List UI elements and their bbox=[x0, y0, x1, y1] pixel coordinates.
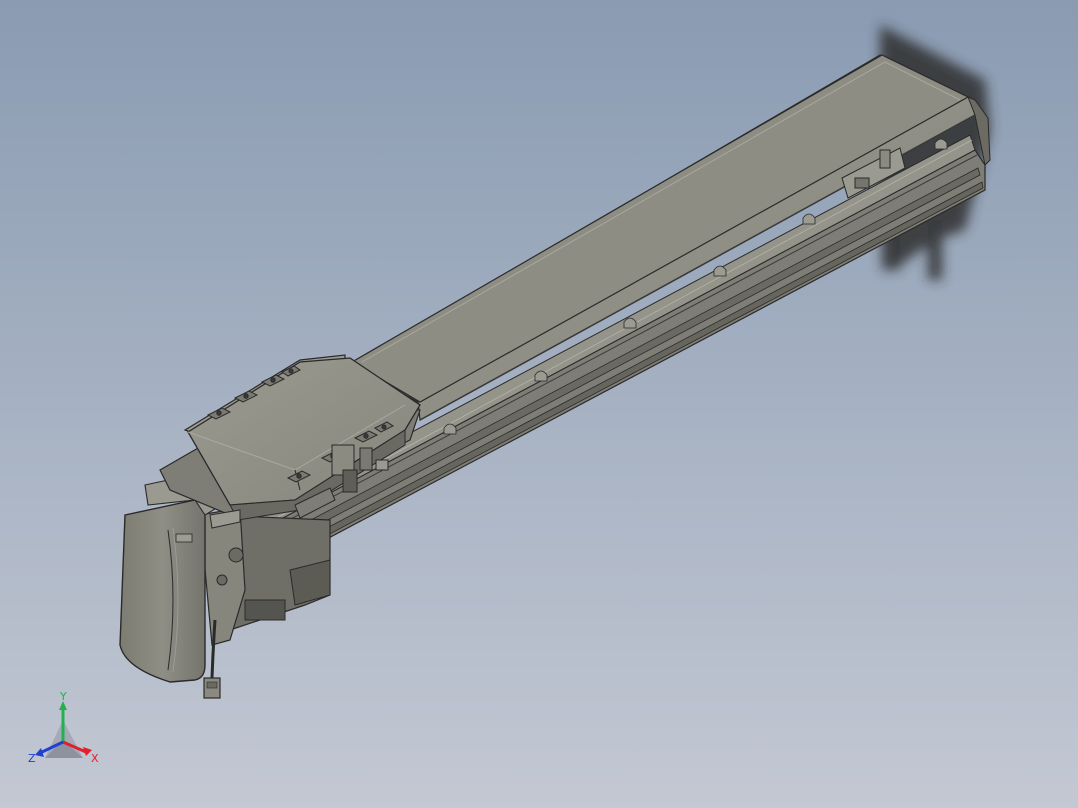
rail-body[interactable] bbox=[227, 54, 991, 586]
triad-y-label: Y bbox=[59, 690, 67, 703]
linear-actuator-model[interactable] bbox=[0, 0, 1078, 808]
coordinate-triad: Y X Z bbox=[28, 690, 99, 765]
triad-z-label: Z bbox=[28, 752, 36, 765]
motor-housing[interactable] bbox=[199, 507, 331, 646]
3d-viewport[interactable]: Y X Z bbox=[0, 0, 1078, 808]
triad-x-label: X bbox=[91, 752, 99, 765]
